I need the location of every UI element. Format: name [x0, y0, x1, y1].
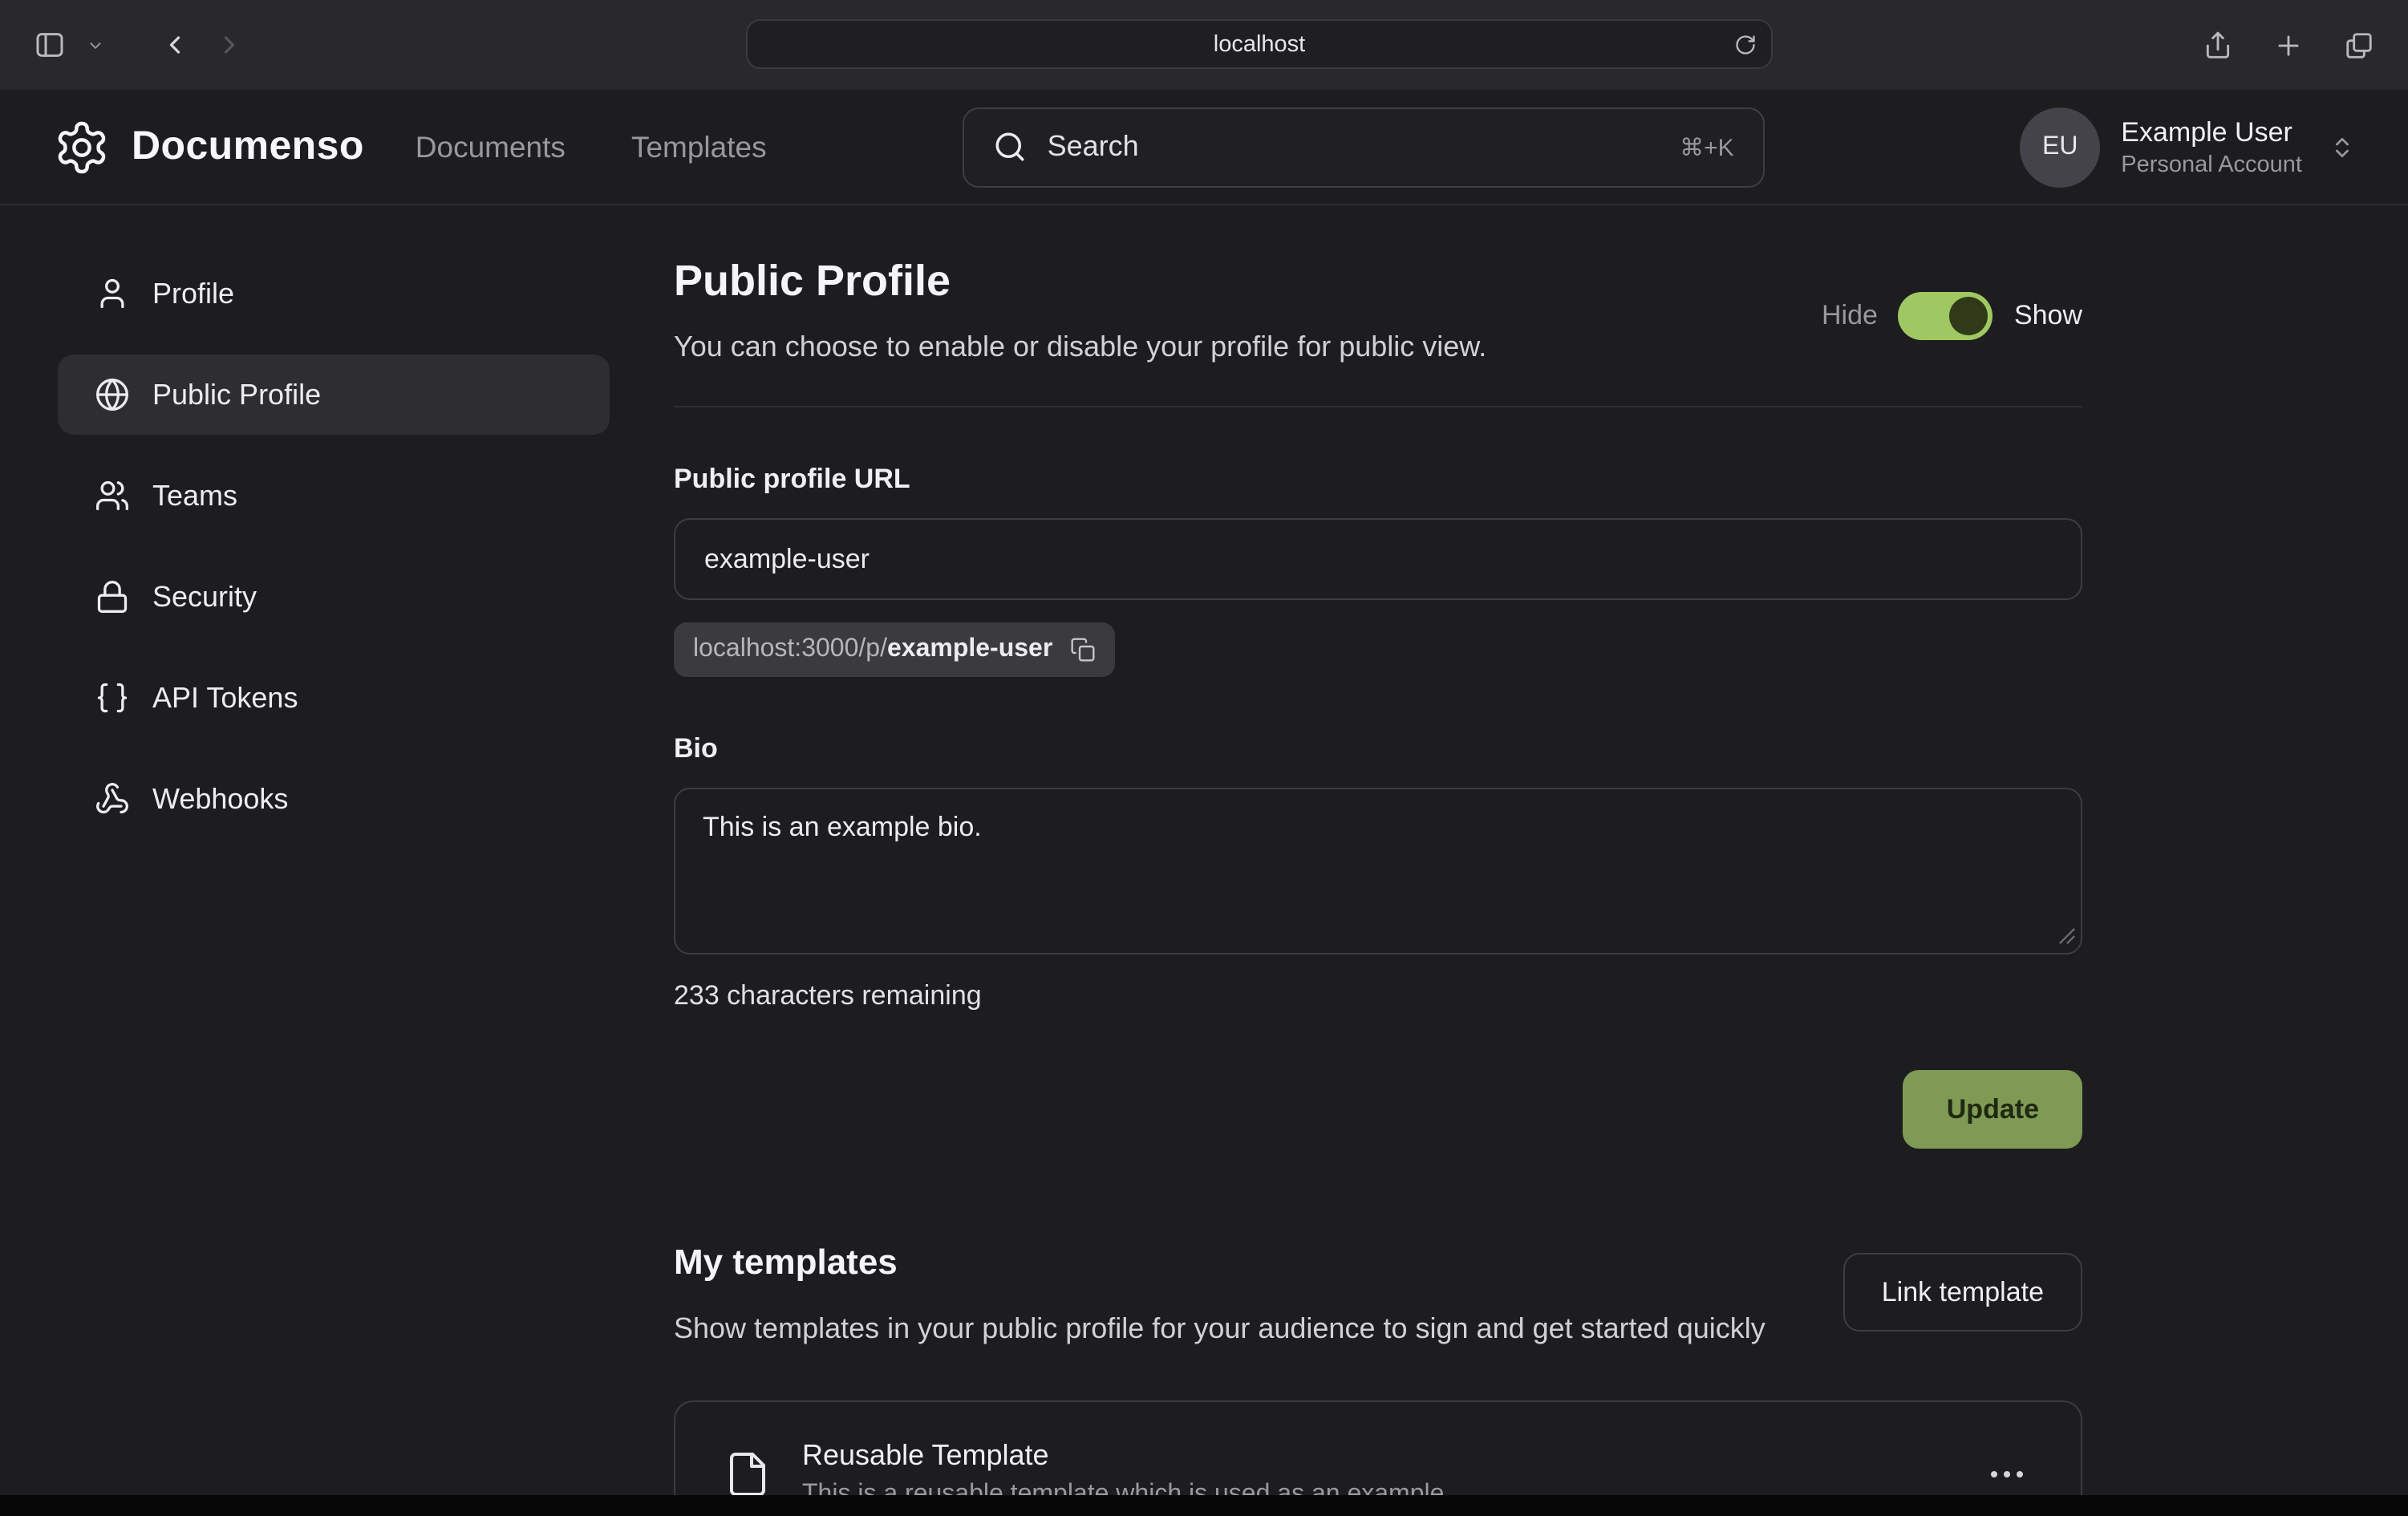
sidebar-item-profile[interactable]: Profile	[58, 253, 610, 334]
profile-url-input[interactable]	[674, 518, 2082, 600]
search-shortcut: ⌘+K	[1680, 132, 1734, 161]
browser-forward-icon[interactable]	[205, 21, 253, 69]
bio-label: Bio	[674, 733, 2082, 765]
sidebar-item-teams[interactable]: Teams	[58, 456, 610, 536]
public-profile-section: Public Profile You can choose to enable …	[674, 205, 2082, 1516]
sidebar-item-label: Profile	[152, 277, 234, 310]
toggle-hide-label: Hide	[1822, 300, 1878, 332]
my-templates-section: My templates Show templates in your publ…	[674, 1242, 2082, 1516]
account-type: Personal Account	[2121, 152, 2302, 177]
update-button[interactable]: Update	[1903, 1070, 2082, 1149]
address-bar[interactable]: localhost	[746, 19, 1773, 69]
avatar: EU	[2020, 107, 2100, 187]
nav-templates[interactable]: Templates	[631, 129, 767, 164]
settings-sidebar: Profile Public Profile Teams Security AP…	[0, 205, 616, 1516]
bottom-edge	[0, 1495, 2408, 1516]
browser-back-icon[interactable]	[151, 21, 199, 69]
refresh-icon[interactable]	[1734, 34, 1757, 56]
template-title: Reusable Template	[802, 1438, 1451, 1472]
tab-overview-icon[interactable]	[2334, 21, 2382, 69]
globe-icon	[95, 377, 130, 412]
share-icon[interactable]	[2193, 21, 2241, 69]
toggle-show-label: Show	[2014, 300, 2082, 332]
profile-url-label: Public profile URL	[674, 464, 2082, 496]
sidebar-item-label: Teams	[152, 479, 237, 513]
new-tab-icon[interactable]	[2264, 21, 2312, 69]
user-name: Example User	[2121, 116, 2302, 148]
sidebar-item-security[interactable]: Security	[58, 557, 610, 637]
braces-icon	[95, 680, 130, 715]
search-input[interactable]: Search ⌘+K	[963, 107, 1765, 187]
screen: localhost Documenso Documents	[0, 0, 2408, 1516]
search-placeholder: Search	[1048, 130, 1139, 164]
app-header: Documenso Documents Templates Search ⌘+K…	[0, 90, 2408, 205]
profile-visibility-toggle[interactable]	[1899, 292, 1993, 340]
characters-remaining: 233 characters remaining	[674, 980, 2082, 1012]
ellipsis-menu-icon[interactable]	[1981, 1461, 2033, 1486]
public-url-pill: localhost:3000/p/example-user	[674, 622, 1115, 677]
sidebar-item-api-tokens[interactable]: API Tokens	[58, 658, 610, 738]
templates-title: My templates	[674, 1242, 1765, 1283]
link-template-button[interactable]: Link template	[1843, 1253, 2082, 1332]
sidebar-item-webhooks[interactable]: Webhooks	[58, 759, 610, 839]
nav-documents[interactable]: Documents	[416, 129, 566, 164]
sidebar-menu-chevron-icon[interactable]	[71, 21, 119, 69]
section-divider	[674, 406, 2082, 407]
public-url-text: localhost:3000/p/example-user	[693, 635, 1052, 664]
documenso-logo-icon	[53, 118, 111, 176]
webhook-icon	[95, 781, 130, 817]
chevrons-up-down-icon	[2329, 134, 2355, 160]
file-icon	[724, 1449, 772, 1498]
bio-textarea[interactable]: This is an example bio.	[674, 788, 2082, 955]
user-icon	[95, 276, 130, 311]
resize-grip-icon[interactable]	[2058, 927, 2076, 945]
brand[interactable]: Documenso	[53, 118, 364, 176]
address-bar-url: localhost	[1214, 31, 1305, 57]
sidebar-item-label: Security	[152, 580, 257, 614]
lock-icon	[95, 579, 130, 614]
account-menu[interactable]: EU Example User Personal Account	[2020, 107, 2355, 187]
toggle-knob	[1950, 297, 1988, 335]
search-icon	[993, 130, 1027, 164]
sidebar-item-label: API Tokens	[152, 681, 298, 715]
brand-name: Documenso	[132, 124, 364, 170]
sidebar-toggle-icon[interactable]	[26, 21, 74, 69]
users-icon	[95, 478, 130, 513]
browser-toolbar: localhost	[0, 0, 2408, 90]
copy-url-button[interactable]	[1070, 637, 1096, 663]
main-nav: Documents Templates	[416, 129, 767, 164]
sidebar-item-label: Public Profile	[152, 378, 321, 411]
copy-icon	[1070, 637, 1096, 663]
sidebar-item-public-profile[interactable]: Public Profile	[58, 355, 610, 435]
sidebar-item-label: Webhooks	[152, 782, 288, 816]
templates-description: Show templates in your public profile fo…	[674, 1307, 1765, 1351]
